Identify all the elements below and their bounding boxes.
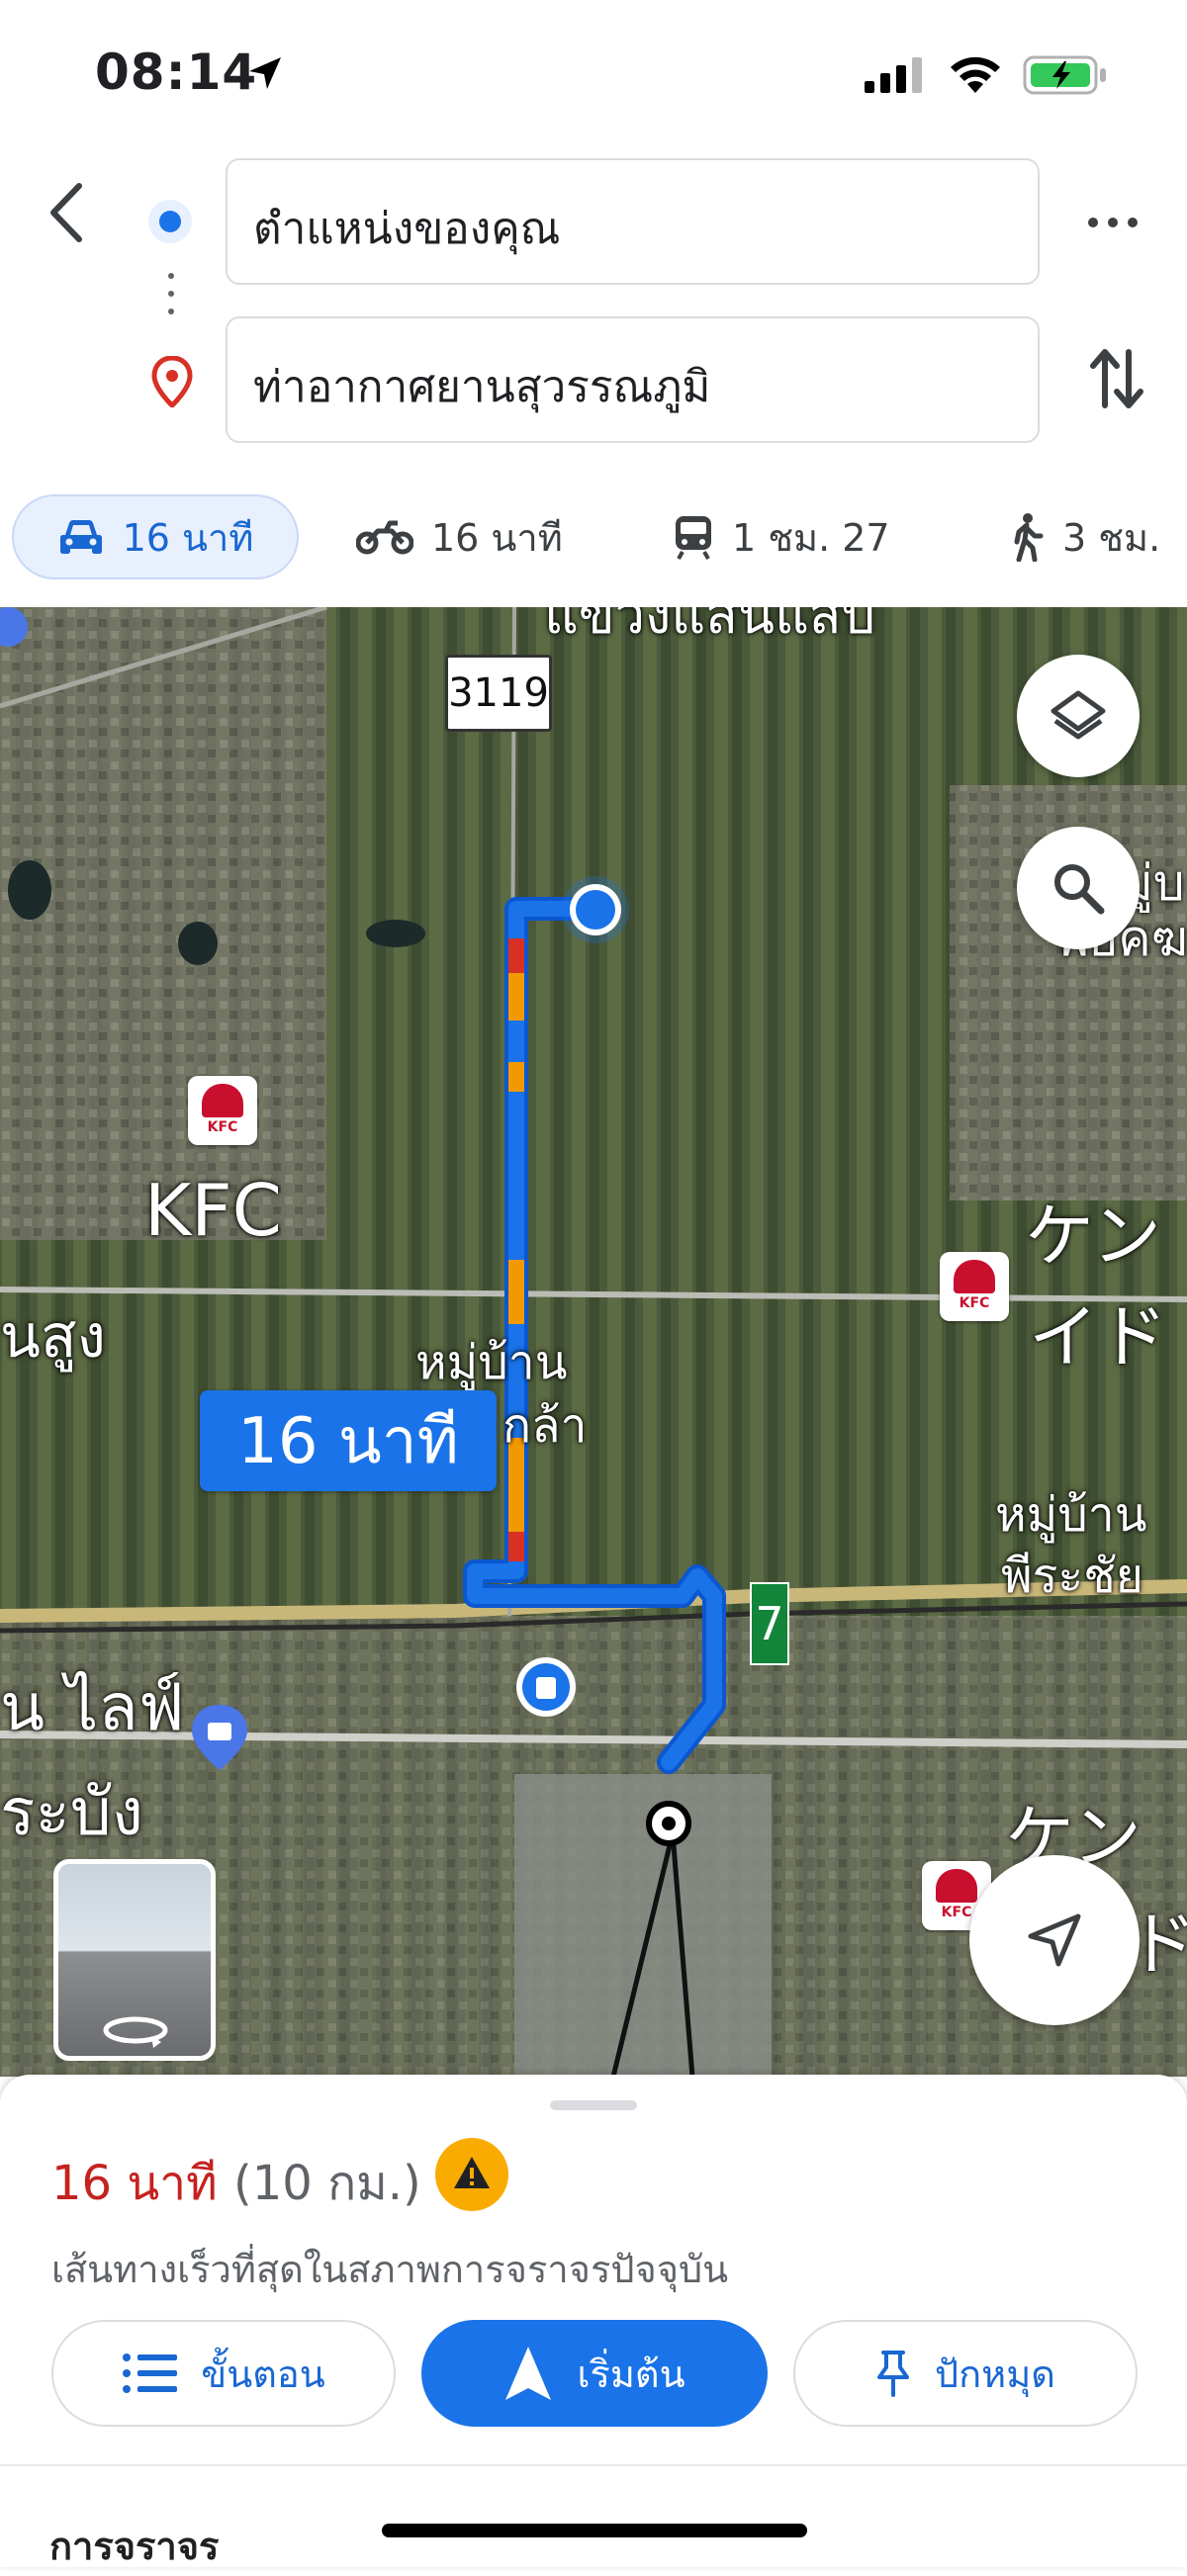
search-button[interactable] <box>1017 827 1140 949</box>
travel-mode-tabs: 16 นาที 16 นาที 1 ชม. 27 3 ชม. <box>0 494 1187 583</box>
map-label-kfc: KFC <box>144 1169 282 1252</box>
tab-drive[interactable]: 16 นาที <box>12 494 299 579</box>
motorcycle-icon <box>356 520 413 555</box>
destination-pin-icon <box>151 356 193 407</box>
kfc-marker-text: KFC <box>207 1119 238 1135</box>
map-label-village1b: กล้า <box>502 1398 588 1454</box>
map-label-life: น ไลฟ์ <box>0 1669 185 1745</box>
home-indicator[interactable] <box>382 2524 807 2537</box>
map-label-id: イド <box>1029 1296 1167 1377</box>
map-label-suung: นสูง <box>0 1302 106 1372</box>
origin-dot-icon <box>148 200 192 243</box>
wifi-icon <box>951 56 1000 93</box>
swap-vertical-icon[interactable] <box>1088 346 1145 411</box>
kfc-marker[interactable]: KFC <box>188 1076 257 1145</box>
map-view[interactable]: แขวงแสนแสบ 3119 KFC KFC KFC KFC หมู่บ้าน… <box>0 607 1187 2077</box>
train-icon <box>676 516 711 560</box>
tab-transit[interactable]: 1 ชม. 27 <box>673 494 890 579</box>
start-button[interactable]: เริ่มต้น <box>421 2320 768 2427</box>
route-dots-icon <box>168 273 174 326</box>
list-icon <box>123 2354 178 2393</box>
tab-transit-label: 1 ชม. 27 <box>732 515 890 560</box>
map-label-rabang: ระบัง <box>0 1774 144 1850</box>
map-label-ken1: ケン <box>1025 1196 1161 1277</box>
route-duration-label[interactable]: 16 นาที <box>200 1390 497 1491</box>
kfc-marker-text: KFC <box>959 1295 990 1311</box>
status-bar: 08:14 <box>0 0 1187 148</box>
more-options-button[interactable] <box>1084 198 1143 247</box>
pin-icon <box>877 2351 910 2397</box>
layers-icon <box>1050 690 1106 740</box>
route-eta: 16 นาที <box>51 2156 218 2211</box>
route-description: เส้นทางเร็วที่สุดในสภาพการจราจรปัจจุบัน <box>51 2248 729 2291</box>
tab-walk[interactable]: 3 ชม. <box>1005 494 1160 579</box>
navigation-start-icon <box>505 2347 552 2400</box>
destination-field-text: ท่าอากาศยานสุวรรณภูมิ <box>253 362 711 412</box>
steps-button-label: ขั้นตอน <box>201 2352 325 2396</box>
cellular-signal-icon <box>865 57 922 93</box>
battery-charging-icon <box>1023 55 1106 95</box>
road-number-shield: 3119 <box>445 655 552 732</box>
steps-button[interactable]: ขั้นตอน <box>51 2320 396 2427</box>
car-icon <box>59 520 102 554</box>
tab-walk-label: 3 ชม. <box>1062 515 1161 560</box>
origin-field-text: ตำแหน่งของคุณ <box>253 204 561 254</box>
back-button[interactable] <box>40 178 99 247</box>
recenter-button[interactable] <box>969 1855 1140 2025</box>
rotate-360-icon <box>103 2016 168 2048</box>
origin-field[interactable]: ตำแหน่งของคุณ <box>226 158 1040 285</box>
street-view-thumbnail[interactable] <box>53 1859 216 2061</box>
pin-button-label: ปักหมุด <box>935 2352 1055 2396</box>
walking-icon <box>1014 513 1044 562</box>
pin-button[interactable]: ปักหมุด <box>793 2320 1138 2427</box>
tab-drive-label: 16 นาที <box>122 515 254 560</box>
route-distance: (10 กม.) <box>233 2156 421 2211</box>
map-label-district: แขวงแสนแสบ <box>544 607 876 646</box>
layers-button[interactable] <box>1017 655 1140 777</box>
location-arrow-icon <box>249 57 281 89</box>
warning-icon[interactable] <box>435 2138 508 2211</box>
search-icon <box>1054 864 1105 915</box>
sheet-drag-handle[interactable] <box>550 2100 637 2110</box>
tab-motorcycle-label: 16 นาที <box>431 515 563 560</box>
seven-eleven-marker[interactable]: 7 <box>750 1582 789 1665</box>
navigation-arrow-icon <box>1028 1913 1081 1967</box>
kfc-marker[interactable]: KFC <box>940 1252 1009 1321</box>
route-summary-sheet[interactable]: 16 นาที (10 กม.) เส้นทางเร็วที่สุดในสภาพ… <box>0 2075 1187 2568</box>
map-label-village2b: พีระชัย <box>1001 1549 1143 1604</box>
start-button-label: เริ่มต้น <box>577 2352 685 2396</box>
destination-field[interactable]: ท่าอากาศยานสุวรรณภูมิ <box>226 316 1040 443</box>
status-time: 08:14 <box>95 44 258 101</box>
sheet-divider <box>0 2464 1187 2466</box>
tab-motorcycle[interactable]: 16 นาที <box>356 494 563 579</box>
